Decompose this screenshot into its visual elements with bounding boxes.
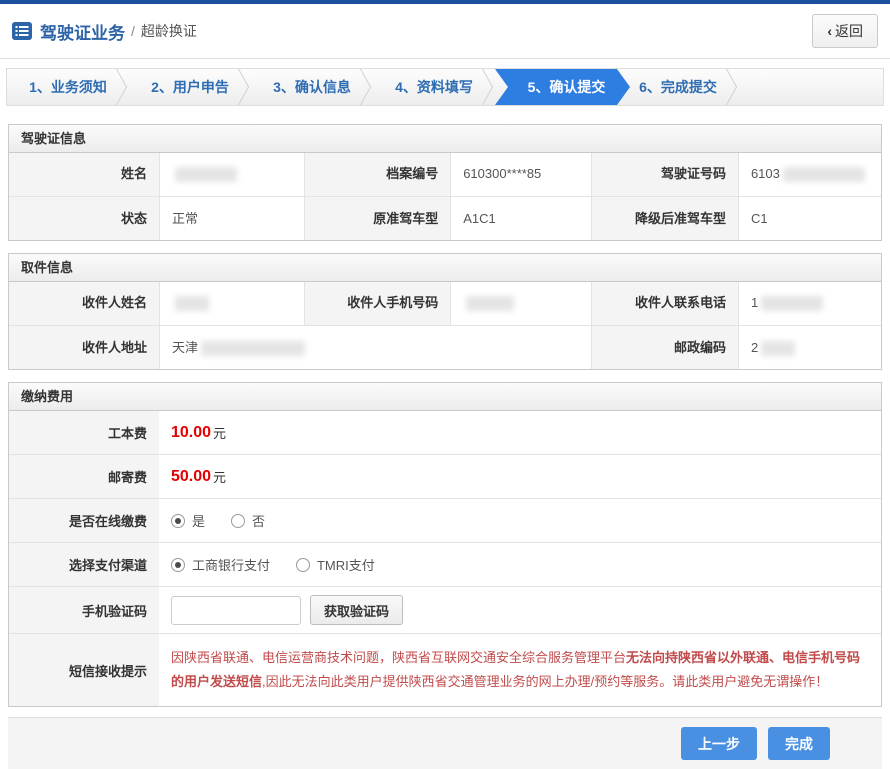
online-payment-yes-label: 是 — [191, 514, 205, 529]
sms-notice-text: 因陕西省联通、电信运营商技术问题，陕西省互联网交通安全综合服务管理平台无法向持陕… — [158, 634, 881, 706]
recipient-mobile-label: 收件人手机号码 — [303, 282, 451, 325]
original-class-label: 原准驾车型 — [303, 196, 451, 240]
license-number-label: 驾驶证号码 — [590, 153, 738, 196]
status-label: 状态 — [9, 196, 159, 240]
redacted-license-number — [782, 167, 865, 183]
online-payment-label: 是否在线缴费 — [9, 499, 159, 542]
icbc-pay-label: 工商银行支付 — [191, 558, 270, 573]
postage-fee-amount: 50.00 — [170, 467, 212, 485]
pickup-info-table: 收件人姓名 收件人手机号码 收件人联系电话 1 收件人地址 天津 邮政编码 2 — [9, 282, 881, 369]
online-payment-options: 是 否 — [158, 499, 881, 542]
step-6-complete-submit[interactable]: 6、完成提交 — [617, 69, 739, 105]
payment-section: 缴纳费用 工本费 10.00 元 邮寄费 50.00 元 是否在线缴费 是 否 选择… — [8, 382, 882, 707]
page-header: 驾驶证业务 / 超龄换证 ‹ 返回 — [0, 4, 890, 59]
production-fee-value: 10.00 元 — [158, 411, 881, 454]
payment-section-title: 缴纳费用 — [9, 383, 881, 411]
postage-fee-value: 50.00 元 — [158, 455, 881, 498]
name-label: 姓名 — [9, 153, 159, 196]
notice-segment-normal: 因陕西省联通、电信运营商技术问题，陕西省互联网交通安全综合服务管理平台 — [170, 650, 626, 665]
license-info-table: 姓名 档案编号 610300****85 驾驶证号码 6103 状态 正常 原准… — [9, 153, 881, 240]
previous-step-button[interactable]: 上一步 — [681, 727, 757, 760]
name-value — [158, 153, 304, 196]
tmri-pay-label: TMRI支付 — [316, 558, 375, 573]
step-3-confirm-info[interactable]: 3、确认信息 — [251, 69, 373, 105]
license-info-section: 驾驶证信息 姓名 档案编号 610300****85 驾驶证号码 6103 状态… — [8, 124, 882, 241]
redacted-name — [174, 167, 237, 183]
redacted-recipient-phone — [761, 296, 824, 312]
recipient-phone-value: 1 — [737, 282, 881, 325]
page-title: 驾驶证业务 — [40, 23, 125, 43]
pickup-info-section: 取件信息 收件人姓名 收件人手机号码 收件人联系电话 1 收件人地址 天津 邮政… — [8, 253, 882, 370]
tmri-pay-option[interactable]: TMRI支付 — [295, 555, 375, 574]
step-5-confirm-submit-active[interactable]: 5、确认提交 — [495, 69, 630, 105]
recipient-mobile-value — [450, 282, 591, 325]
payment-channel-options: 工商银行支付 TMRI支付 — [158, 543, 881, 586]
breadcrumb-separator: / — [131, 23, 135, 39]
online-payment-yes-option[interactable]: 是 — [170, 511, 205, 530]
redacted-recipient-mobile — [466, 296, 515, 312]
recipient-address-value: 天津 — [158, 325, 591, 369]
license-business-icon — [12, 21, 32, 41]
back-label: 返回 — [835, 23, 863, 39]
postal-code-label: 邮政编码 — [590, 325, 738, 369]
redacted-recipient-address — [200, 341, 305, 357]
sms-notice-row: 短信接收提示 因陕西省联通、电信运营商技术问题，陕西省互联网交通安全综合服务管理… — [9, 633, 881, 706]
recipient-name-label: 收件人姓名 — [9, 282, 159, 325]
get-sms-code-button[interactable]: 获取验证码 — [309, 595, 403, 625]
step-2-user-declaration[interactable]: 2、用户申告 — [129, 69, 251, 105]
radio-checked-icon[interactable] — [170, 557, 185, 572]
sms-code-label: 手机验证码 — [9, 587, 159, 633]
payment-channel-label: 选择支付渠道 — [9, 543, 159, 586]
postage-fee-label: 邮寄费 — [9, 455, 159, 498]
downgraded-class-label: 降级后准驾车型 — [590, 196, 738, 240]
payment-channel-row: 选择支付渠道 工商银行支付 TMRI支付 — [9, 542, 881, 586]
production-fee-label: 工本费 — [9, 411, 159, 454]
recipient-name-value — [158, 282, 304, 325]
license-info-section-title: 驾驶证信息 — [9, 125, 881, 153]
postage-fee-row: 邮寄费 50.00 元 — [9, 454, 881, 498]
step-4-fill-materials[interactable]: 4、资料填写 — [373, 69, 495, 105]
footer-action-bar: 上一步 完成 — [8, 717, 882, 769]
downgraded-class-value: C1 — [737, 196, 881, 240]
radio-checked-icon[interactable] — [170, 513, 185, 528]
online-payment-no-option[interactable]: 否 — [230, 511, 265, 530]
online-payment-no-label: 否 — [251, 514, 265, 529]
license-number-value: 6103 — [737, 153, 881, 196]
sms-code-controls: 获取验证码 — [158, 587, 881, 633]
redacted-recipient-name — [174, 296, 209, 312]
file-number-label: 档案编号 — [303, 153, 451, 196]
finish-button[interactable]: 完成 — [768, 727, 830, 760]
production-fee-row: 工本费 10.00 元 — [9, 411, 881, 454]
status-value: 正常 — [158, 196, 304, 240]
sms-code-input[interactable] — [170, 595, 301, 625]
file-number-value: 610300****85 — [450, 153, 591, 196]
breadcrumb-current: 超龄换证 — [140, 23, 197, 39]
radio-unchecked-icon[interactable] — [230, 513, 245, 528]
postage-fee-unit: 元 — [213, 470, 227, 485]
notice-segment-normal: ,因此无法向此类用户提供陕西省交通管理业务的网上办理/预约等服务。请此类用户避免… — [261, 674, 829, 689]
recipient-phone-label: 收件人联系电话 — [590, 282, 738, 325]
recipient-address-label: 收件人地址 — [9, 325, 159, 369]
sms-notice-label: 短信接收提示 — [9, 634, 159, 706]
original-class-value: A1C1 — [450, 196, 591, 240]
chevron-left-icon: ‹ — [827, 23, 832, 39]
online-payment-row: 是否在线缴费 是 否 — [9, 498, 881, 542]
sms-code-row: 手机验证码 获取验证码 — [9, 586, 881, 633]
step-1-business-notes[interactable]: 1、业务须知 — [7, 69, 129, 105]
production-fee-unit: 元 — [213, 426, 227, 441]
step-progress-bar: 1、业务须知 2、用户申告 3、确认信息 4、资料填写 5、确认提交 6、完成提… — [6, 68, 884, 106]
pickup-info-section-title: 取件信息 — [9, 254, 881, 282]
production-fee-amount: 10.00 — [170, 423, 212, 441]
radio-unchecked-icon[interactable] — [295, 557, 310, 572]
postal-code-value: 2 — [737, 325, 881, 369]
icbc-pay-option[interactable]: 工商银行支付 — [170, 555, 270, 574]
back-button[interactable]: ‹ 返回 — [812, 14, 878, 48]
redacted-postal-code — [761, 341, 796, 357]
